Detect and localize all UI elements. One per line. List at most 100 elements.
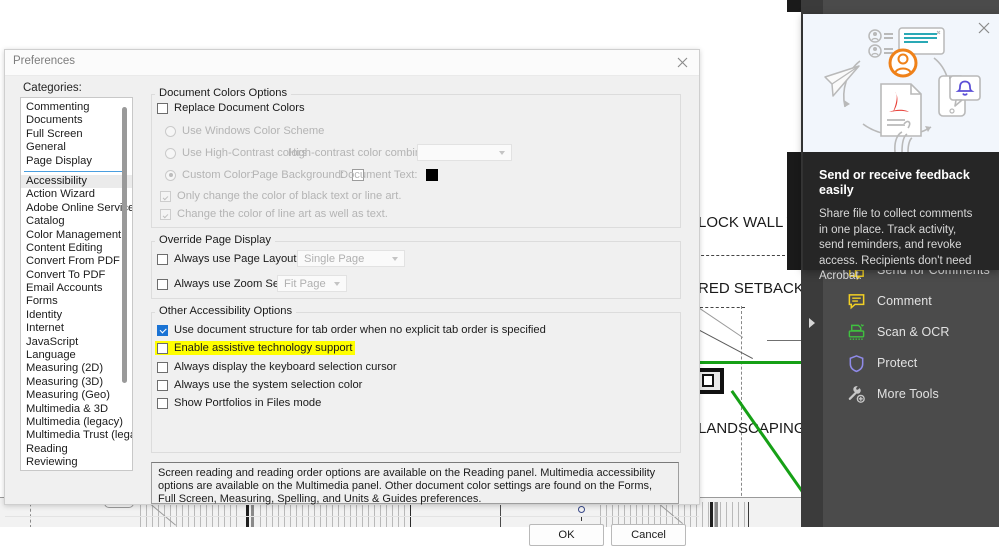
override-page-display-group-title: Override Page Display: [155, 234, 275, 246]
page-layout-style-select[interactable]: Single Page: [297, 250, 405, 267]
accessibility-info-box: Screen reading and reading order options…: [151, 462, 679, 505]
replace-document-colors-checkbox[interactable]: [157, 102, 168, 114]
chevron-down-icon: [499, 150, 505, 155]
rail-item-protect[interactable]: Protect: [847, 350, 917, 376]
category-item[interactable]: Color Management: [21, 229, 132, 242]
categories-list[interactable]: Commenting Documents Full Screen General…: [20, 97, 133, 471]
category-item[interactable]: Search: [21, 470, 132, 471]
category-item[interactable]: General: [21, 141, 132, 154]
only-change-black-checkbox[interactable]: [160, 190, 171, 202]
feedback-illustration: [803, 14, 999, 153]
rail-item-more-tools[interactable]: More Tools: [847, 381, 939, 407]
category-item[interactable]: Page Display: [21, 155, 132, 168]
system-selection-color-checkbox[interactable]: [157, 379, 168, 391]
assistive-technology-label: Enable assistive technology support: [174, 342, 353, 354]
zoom-setting-checkbox[interactable]: [157, 278, 168, 290]
custom-color-label: Custom Color:: [182, 169, 254, 181]
keyboard-cursor-row[interactable]: Always display the keyboard selection cu…: [157, 361, 397, 373]
category-item[interactable]: Identity: [21, 309, 132, 322]
zoom-setting-value: Fit Page: [284, 277, 326, 290]
ok-button[interactable]: OK: [529, 524, 604, 546]
more-tools-icon: [848, 385, 865, 403]
comment-icon: [848, 293, 865, 309]
categories-scrollbar[interactable]: [122, 101, 130, 467]
rail-item-comment[interactable]: Comment: [847, 288, 932, 314]
use-windows-color-scheme-row[interactable]: Use Windows Color Scheme: [165, 125, 324, 137]
category-item[interactable]: Multimedia Trust (legacy): [21, 429, 132, 442]
popup-close-button[interactable]: [975, 19, 993, 37]
replace-document-colors-row[interactable]: Replace Document Colors: [157, 102, 305, 114]
system-selection-color-row[interactable]: Always use the system selection color: [157, 379, 362, 391]
page-background-label: Page Background:: [252, 169, 345, 181]
drawing-diagonal: [699, 330, 753, 360]
change-line-art-label: Change the color of line art as well as …: [177, 208, 388, 220]
category-item[interactable]: Convert To PDF: [21, 269, 132, 282]
document-text-label: Document Text:: [340, 169, 418, 181]
window-top-chrome: [787, 0, 801, 12]
document-text-swatch[interactable]: [425, 169, 438, 181]
rail-collapse-toggle[interactable]: [801, 312, 823, 334]
close-icon: [978, 22, 990, 34]
only-change-black-row[interactable]: Only change the color of black text or l…: [160, 190, 402, 202]
chevron-right-icon: [809, 318, 815, 328]
assistive-technology-row[interactable]: Enable assistive technology support: [155, 341, 355, 355]
category-item[interactable]: Adobe Online Services: [21, 202, 132, 215]
rail-item-label: Scan & OCR: [877, 325, 950, 339]
drawing-block-inner: [702, 374, 714, 387]
category-item[interactable]: Internet: [21, 322, 132, 335]
rail-item-label: Comment: [877, 294, 932, 308]
category-item-accessibility[interactable]: Accessibility: [21, 174, 132, 189]
category-item[interactable]: Content Editing: [21, 242, 132, 255]
category-item[interactable]: Language: [21, 349, 132, 362]
feedback-popup: Send or receive feedback easily Share fi…: [803, 14, 999, 282]
tab-order-checkbox[interactable]: [157, 324, 168, 336]
category-item[interactable]: Measuring (2D): [21, 362, 132, 375]
category-item[interactable]: Full Screen: [21, 128, 132, 141]
category-item[interactable]: Reading: [21, 443, 132, 456]
category-item[interactable]: Convert From PDF: [21, 255, 132, 268]
show-portfolios-label: Show Portfolios in Files mode: [174, 397, 322, 409]
dialog-close-button[interactable]: [665, 50, 699, 75]
category-item[interactable]: Email Accounts: [21, 282, 132, 295]
page-layout-style-checkbox[interactable]: [157, 253, 168, 265]
share-feedback-illustration: [824, 27, 981, 153]
category-item[interactable]: JavaScript: [21, 336, 132, 349]
category-item[interactable]: Multimedia (legacy): [21, 416, 132, 429]
page-layout-style-value: Single Page: [304, 252, 365, 265]
category-item[interactable]: Measuring (3D): [21, 376, 132, 389]
category-item[interactable]: Catalog: [21, 215, 132, 228]
tab-order-row[interactable]: Use document structure for tab order whe…: [157, 324, 546, 336]
categories-scrollbar-thumb[interactable]: [122, 107, 127, 383]
category-item[interactable]: Documents: [21, 114, 132, 127]
zoom-setting-select[interactable]: Fit Page: [277, 275, 347, 292]
dialog-button-row: OK Cancel: [5, 516, 699, 551]
categories-label: Categories:: [23, 82, 82, 94]
category-item[interactable]: Measuring (Geo): [21, 389, 132, 402]
category-item[interactable]: Multimedia & 3D: [21, 403, 132, 416]
other-accessibility-group-title: Other Accessibility Options: [155, 305, 297, 317]
high-contrast-combination-select[interactable]: [417, 144, 512, 161]
assistive-technology-checkbox[interactable]: [157, 342, 168, 354]
change-line-art-row[interactable]: Change the color of line art as well as …: [160, 208, 388, 220]
use-high-contrast-row[interactable]: Use High-Contrast colors: [165, 147, 307, 159]
use-windows-color-scheme-label: Use Windows Color Scheme: [182, 125, 325, 137]
use-high-contrast-radio[interactable]: [165, 147, 176, 159]
custom-color-row[interactable]: Custom Color:: [165, 169, 254, 181]
chevron-down-icon: [392, 256, 398, 261]
cancel-button[interactable]: Cancel: [611, 524, 686, 546]
category-item[interactable]: Commenting: [21, 101, 132, 114]
show-portfolios-row[interactable]: Show Portfolios in Files mode: [157, 397, 321, 409]
show-portfolios-checkbox[interactable]: [157, 397, 168, 409]
dialog-title: Preferences: [13, 55, 76, 67]
category-separator: [21, 168, 132, 175]
change-line-art-checkbox[interactable]: [160, 208, 171, 220]
category-item[interactable]: Reviewing: [21, 456, 132, 469]
category-item[interactable]: Forms: [21, 295, 132, 308]
rail-item-scan-ocr[interactable]: Scan & OCR: [847, 319, 950, 345]
use-windows-color-scheme-radio[interactable]: [165, 125, 176, 137]
preferences-dialog: Preferences Categories: Commenting Docum…: [4, 49, 700, 546]
document-text-row[interactable]: Document Text:: [340, 169, 438, 181]
category-item[interactable]: Action Wizard: [21, 188, 132, 201]
custom-color-radio[interactable]: [165, 169, 176, 181]
keyboard-cursor-checkbox[interactable]: [157, 361, 168, 373]
